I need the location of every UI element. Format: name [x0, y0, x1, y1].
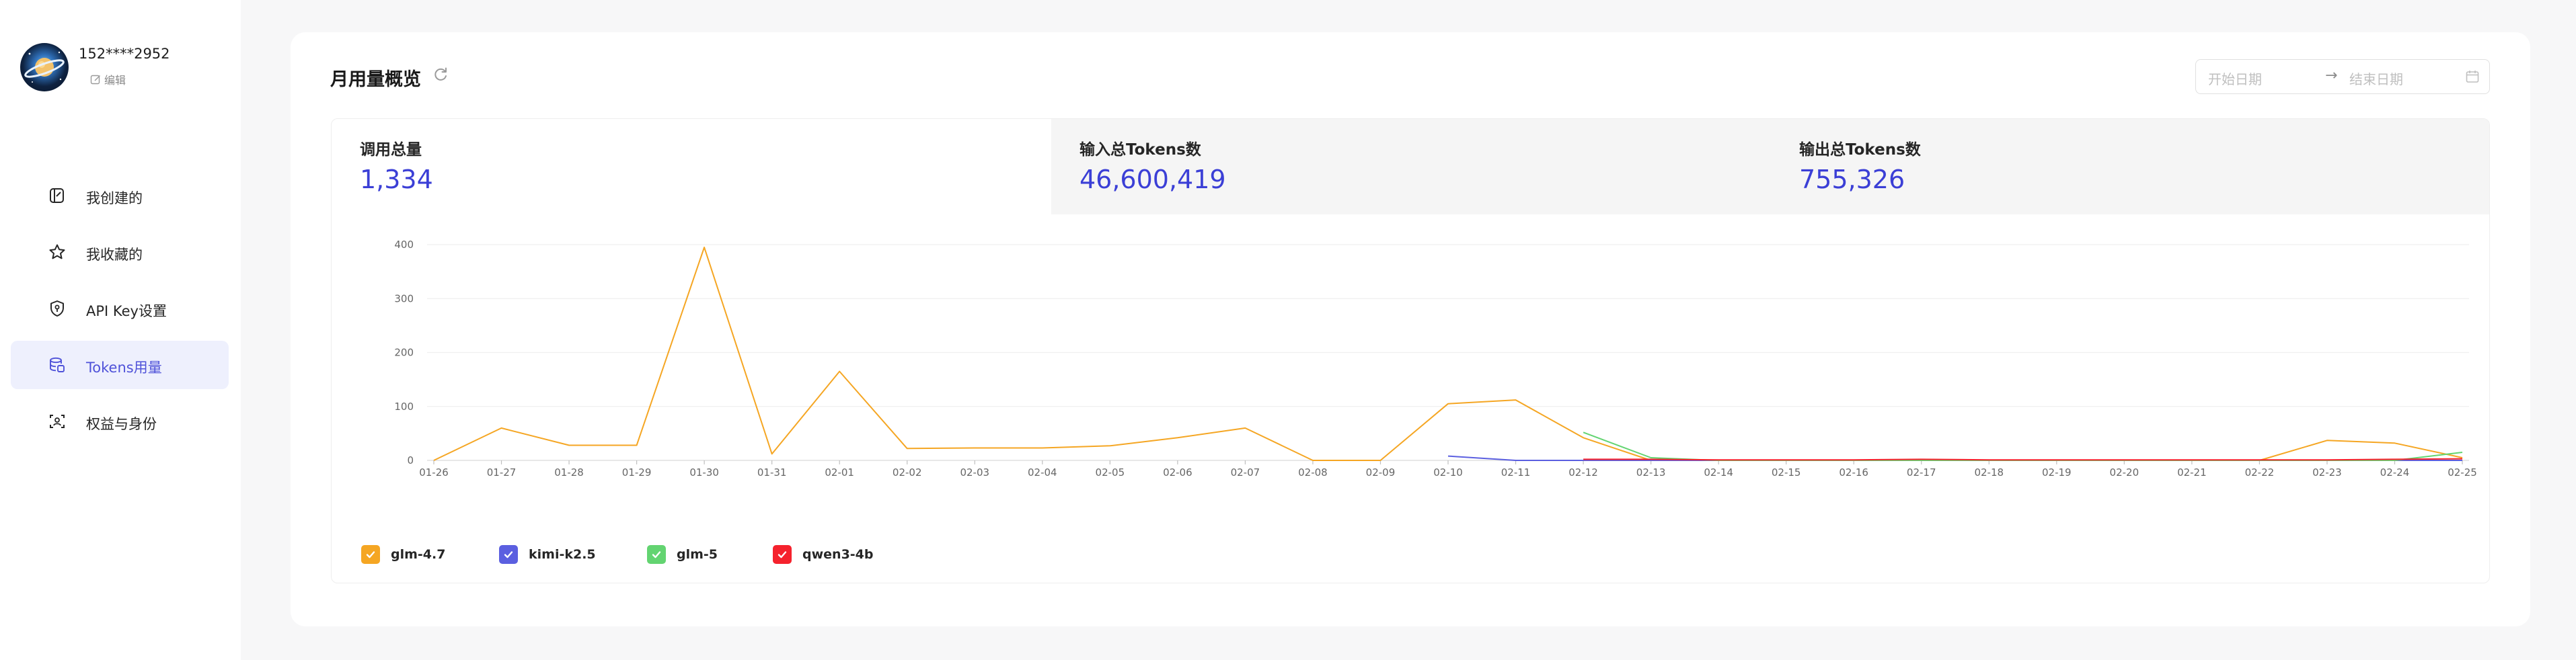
user-phone: 152****2952 — [79, 46, 170, 62]
legend-label: glm-4.7 — [391, 547, 446, 562]
series-line-glm-4-7 — [433, 247, 2463, 461]
x-tick-label: 02-23 — [2312, 466, 2342, 479]
stat-value: 1,334 — [360, 165, 433, 194]
x-tick-label: 02-06 — [1163, 466, 1192, 479]
checkbox-checked-icon[interactable] — [647, 545, 666, 564]
x-tick-label: 02-20 — [2110, 466, 2139, 479]
checkbox-checked-icon[interactable] — [773, 545, 792, 564]
checkbox-checked-icon[interactable] — [361, 545, 380, 564]
x-tick-label: 02-14 — [1704, 466, 1733, 479]
x-tick-label: 02-22 — [2245, 466, 2275, 479]
start-date-input[interactable]: 开始日期 — [2208, 69, 2262, 88]
stat-value: 46,600,419 — [1079, 165, 1226, 194]
shield-key-icon — [50, 300, 64, 317]
x-tick-label: 02-04 — [1028, 466, 1057, 479]
stat-input-tokens: 输入总Tokens数 46,600,419 — [1051, 119, 1771, 214]
sidebar-item-created[interactable]: 我创建的 — [11, 171, 229, 220]
x-tick-label: 02-03 — [960, 466, 989, 479]
sidebar-item-label: API Key设置 — [86, 303, 167, 319]
y-tick-label: 100 — [394, 401, 414, 413]
x-tick-label: 01-28 — [554, 466, 584, 479]
card-title: 月用量概览 — [330, 69, 421, 90]
x-tick-label: 02-09 — [1366, 466, 1396, 479]
x-tick-label: 02-24 — [2380, 466, 2410, 479]
legend-label: qwen3-4b — [802, 547, 874, 562]
y-tick-label: 0 — [407, 454, 414, 466]
x-tick-label: 02-15 — [1772, 466, 1801, 479]
stats-row: 调用总量 1,334 输入总Tokens数 46,600,419 输出总Toke… — [332, 119, 2489, 214]
stat-output-tokens: 输出总Tokens数 755,326 — [1771, 119, 2489, 214]
edit-icon — [90, 75, 100, 84]
usage-line-chart: 0 100 200 300 400 01-26 01-27 01-28 01-29 01-30 01… — [394, 239, 2477, 479]
y-tick-label: 300 — [394, 292, 414, 304]
sidebar-item-label: 权益与身份 — [86, 416, 157, 432]
x-tick-label: 02-16 — [1839, 466, 1868, 479]
avatar[interactable] — [20, 43, 69, 91]
sidebar-item-favorites[interactable]: 我收藏的 — [11, 228, 229, 276]
x-tick-label: 02-13 — [1636, 466, 1666, 479]
series-line-glm-5 — [1583, 431, 2463, 461]
legend-item-kimi-k2-5[interactable]: kimi-k2.5 — [499, 545, 596, 564]
sidebar-item-label: 我收藏的 — [86, 247, 143, 263]
created-icon — [50, 188, 64, 203]
id-scan-icon — [50, 415, 65, 428]
stat-value: 755,326 — [1799, 165, 1905, 194]
x-tick-label: 02-17 — [1907, 466, 1936, 479]
legend-item-glm-4-7[interactable]: glm-4.7 — [361, 545, 445, 564]
x-tick-label: 02-11 — [1501, 466, 1531, 479]
sidebar-nav: 我创建的 我收藏的 API Key设置 Tokens用量 权益与身份 — [11, 171, 229, 454]
sidebar-item-rights[interactable]: 权益与身份 — [11, 397, 229, 446]
stat-label: 调用总量 — [360, 141, 422, 159]
x-tick-label: 01-29 — [622, 466, 652, 479]
x-tick-label: 02-01 — [825, 466, 854, 479]
checkbox-checked-icon[interactable] — [499, 545, 518, 564]
x-tick-label: 02-21 — [2177, 466, 2207, 479]
x-tick-label: 02-07 — [1231, 466, 1260, 479]
y-tick-label: 400 — [394, 239, 414, 251]
sidebar: 152****2952 编辑 我创建的 我收藏的 API Key设置 Token… — [0, 0, 241, 660]
edit-profile-link[interactable]: 编辑 — [90, 71, 126, 87]
x-tick-label: 02-10 — [1433, 466, 1463, 479]
x-tick-label: 02-08 — [1298, 466, 1328, 479]
database-icon — [50, 357, 65, 372]
y-tick-label: 200 — [394, 347, 414, 359]
end-date-input[interactable]: 结束日期 — [2349, 69, 2403, 88]
sidebar-item-label: 我创建的 — [86, 190, 143, 206]
star-icon — [49, 244, 65, 259]
stat-label: 输出总Tokens数 — [1799, 141, 1921, 159]
sidebar-item-tokens[interactable]: Tokens用量 — [11, 341, 229, 389]
sidebar-item-label: Tokens用量 — [86, 360, 162, 376]
x-tick-label: 02-12 — [1568, 466, 1598, 479]
x-tick-label: 02-02 — [893, 466, 922, 479]
x-tick-label: 02-05 — [1096, 466, 1125, 479]
legend-label: kimi-k2.5 — [529, 547, 596, 562]
date-range-picker[interactable]: 开始日期 → 结束日期 — [2195, 59, 2490, 94]
edit-label: 编辑 — [104, 74, 126, 87]
x-tick-label: 02-19 — [2042, 466, 2072, 479]
x-tick-label: 02-25 — [2448, 466, 2477, 479]
usage-panel: 调用总量 1,334 输入总Tokens数 46,600,419 输出总Toke… — [331, 118, 2490, 583]
x-tick-label: 01-26 — [419, 466, 449, 479]
user-profile: 152****2952 编辑 — [20, 43, 235, 94]
legend-item-qwen3-4b[interactable]: qwen3-4b — [773, 545, 874, 564]
refresh-icon[interactable] — [432, 66, 449, 83]
sidebar-item-api-key[interactable]: API Key设置 — [11, 284, 229, 333]
stat-label: 输入总Tokens数 — [1079, 141, 1201, 159]
chart-legend: glm-4.7 kimi-k2.5 glm-5 qwen3-4b — [361, 545, 1034, 567]
monthly-usage-card: 月用量概览 开始日期 → 结束日期 调用总量 1,334 输入总Tokens数 … — [291, 32, 2530, 626]
legend-item-glm-5[interactable]: glm-5 — [647, 545, 718, 564]
stat-total-calls: 调用总量 1,334 — [332, 119, 1051, 214]
x-tick-label: 02-18 — [1974, 466, 2004, 479]
legend-label: glm-5 — [677, 547, 718, 562]
series-line-qwen3-4b — [1583, 458, 2463, 461]
date-range-arrow: → — [2325, 67, 2338, 84]
calendar-icon[interactable] — [2465, 69, 2480, 84]
x-tick-label: 01-27 — [487, 466, 517, 479]
x-tick-label: 01-30 — [689, 466, 719, 479]
x-tick-label: 01-31 — [757, 466, 787, 479]
